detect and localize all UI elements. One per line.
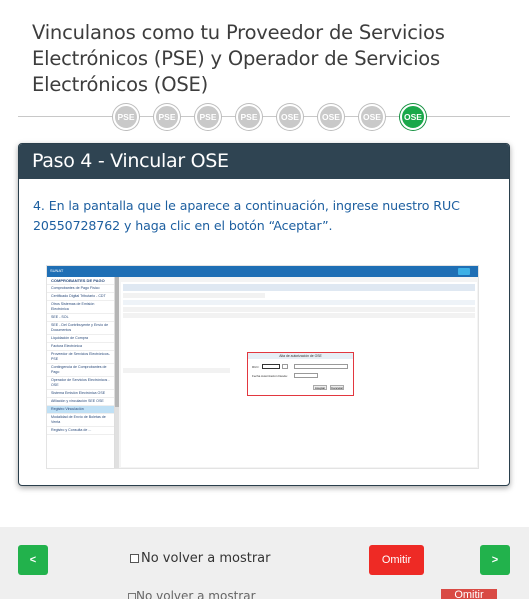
- step-3: PSE: [195, 104, 221, 130]
- embedded-topbar: SUNAT: [47, 266, 478, 277]
- embedded-sidebar-item: SEE - SOL: [47, 314, 114, 322]
- step-indicator: PSE PSE PSE PSE OSE OSE OSE OSE: [113, 104, 426, 130]
- embedded-brand: SUNAT: [50, 268, 64, 273]
- page-title: Vinculanos como tu Proveedor de Servicio…: [32, 21, 445, 96]
- step-8: OSE: [400, 104, 426, 130]
- embedded-sidebar-item: Comprobantes de Pago Físico: [47, 285, 114, 293]
- previous-button[interactable]: <: [18, 545, 48, 575]
- embedded-sidebar-item: Operador de Servicios Electrónicos - OSE: [47, 377, 114, 390]
- embedded-screenshot: SUNAT COMPROBANTES DE PAGO Comprobantes d…: [46, 265, 479, 469]
- background-checkbox-ghost: No volver a mostrar: [128, 589, 256, 599]
- embedded-sidebar-item: Proveedor de Servicios Electrónicos-PSE: [47, 351, 114, 364]
- embedded-scrollbar: [115, 277, 119, 468]
- embedded-exit-button: [458, 268, 470, 275]
- embedded-sidebar-item: Liquidación de Compra: [47, 335, 114, 343]
- embedded-sidebar-item: Certificado Digital Tributario - CDT: [47, 293, 114, 301]
- background-omit-ghost: Omitir: [441, 589, 497, 599]
- step-2: PSE: [154, 104, 180, 130]
- embedded-sidebar-item: Afiliación y vinculación SEE OSE: [47, 398, 114, 406]
- embedded-sidebar-item: Registro y Consulta de ...: [47, 427, 114, 435]
- omit-button[interactable]: Omitir: [369, 545, 424, 575]
- embedded-ose-dialog: Alta de autorización de OSE RUC: Fecha A…: [247, 352, 354, 396]
- embedded-dialog-title: Alta de autorización de OSE: [248, 353, 353, 359]
- checkbox-box[interactable]: [130, 554, 139, 563]
- checkbox-label: No volver a mostrar: [141, 551, 271, 566]
- step-7: OSE: [359, 104, 385, 130]
- embedded-sidebar-item: COMPROBANTES DE PAGO: [47, 277, 114, 285]
- embedded-sidebar: COMPROBANTES DE PAGO Comprobantes de Pago…: [47, 277, 115, 468]
- embedded-sidebar-item: Otros Sistemas de Emisión Electrónica: [47, 301, 114, 314]
- embedded-sidebar-item: Sistema Emisión Electrónica OSE: [47, 390, 114, 398]
- step-4: PSE: [236, 104, 262, 130]
- step-6: OSE: [318, 104, 344, 130]
- step-card: Paso 4 - Vincular OSE 4. En la pantalla …: [18, 143, 510, 486]
- step-1: PSE: [113, 104, 139, 130]
- step-heading: Paso 4 - Vincular OSE: [19, 144, 509, 179]
- embedded-sidebar-item: Contingencia de Comprobantes de Pago: [47, 364, 114, 377]
- embedded-sidebar-item: Registro Vinculación: [47, 406, 114, 414]
- dont-show-again-checkbox[interactable]: No volver a mostrar: [130, 551, 270, 566]
- step-5: OSE: [277, 104, 303, 130]
- step-instructions: 4. En la pantalla que le aparece a conti…: [33, 198, 460, 233]
- embedded-sidebar-item: SEE - Del Contribuyente y Envío de Docum…: [47, 322, 114, 335]
- embedded-sidebar-item: Factura Electrónica: [47, 343, 114, 351]
- next-button[interactable]: >: [480, 545, 510, 575]
- embedded-sidebar-item: Modalidad de Envío de Boletas de Venta: [47, 414, 114, 427]
